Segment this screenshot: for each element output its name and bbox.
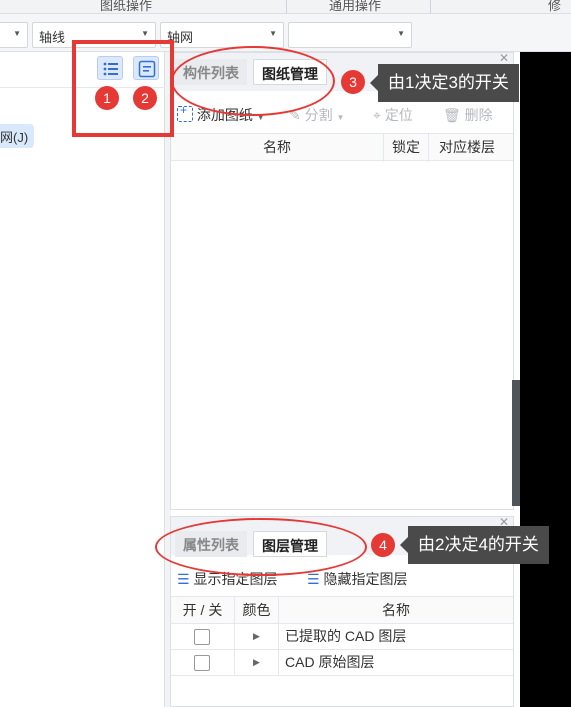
locate-icon: ⌖: [373, 107, 381, 123]
highlight-ellipse-4: [155, 518, 367, 576]
hide-layer-button[interactable]: ☰ 隐藏指定图层: [307, 569, 407, 589]
trash-icon: 🗑: [443, 107, 461, 123]
table-row[interactable]: ▶ CAD 原始图层: [171, 650, 513, 676]
delete-label: 删除: [464, 107, 493, 123]
close-icon[interactable]: ✕: [499, 51, 509, 65]
drawing-table-header: 名称 锁定 对应楼层: [171, 133, 513, 162]
expand-icon[interactable]: ▶: [235, 650, 279, 676]
layer-toggle-checkbox[interactable]: [194, 655, 210, 671]
chevron-down-icon: ▼: [141, 29, 149, 38]
scrollbar[interactable]: [512, 380, 520, 506]
ribbon-separator: [430, 0, 431, 13]
layer-hide-icon: ☰: [307, 571, 320, 587]
drawing-management-panel: 构件列表 图纸管理 ✕ + 添加图纸 ▼ ✎ 分割 ▼ ⌖ 定位 🗑 删除 名称…: [170, 51, 514, 510]
badge-2: 2: [133, 86, 157, 110]
locate-label: 定位: [384, 107, 413, 123]
badge-4: 4: [371, 533, 395, 557]
expand-icon[interactable]: ▶: [235, 624, 279, 650]
drawing-table-body: [171, 161, 513, 509]
badge-1: 1: [95, 86, 119, 110]
badge-3: 3: [341, 70, 365, 94]
table-row[interactable]: ▶ 已提取的 CAD 图层: [171, 624, 513, 650]
ribbon-group-drawing-ops: 图纸操作: [100, 0, 153, 13]
delete-button[interactable]: 🗑 删除: [443, 105, 493, 125]
dropdown-4[interactable]: ▼: [288, 22, 412, 48]
callout-3: 由1决定3的开关: [370, 64, 519, 102]
row-toggle-cell: [171, 650, 235, 676]
column-header-color[interactable]: 颜色: [235, 597, 279, 625]
column-header-layer-name[interactable]: 名称: [279, 597, 513, 625]
drawing-canvas[interactable]: [520, 52, 571, 707]
ribbon-group-common-ops: 通用操作: [329, 0, 382, 13]
column-header-lock[interactable]: 锁定: [384, 134, 429, 162]
ribbon-separator: [286, 0, 287, 13]
highlight-ellipse-3: [171, 46, 335, 116]
chevron-down-icon: ▼: [397, 29, 405, 38]
tree-item-axis-grid[interactable]: 网(J): [0, 124, 35, 148]
row-toggle-cell: [171, 624, 235, 650]
layer-name: CAD 原始图层: [285, 654, 375, 670]
chevron-down-icon: ▼: [13, 29, 21, 38]
layer-show-icon: ☰: [177, 571, 190, 587]
chevron-down-icon: ▼: [269, 29, 277, 38]
locate-button[interactable]: ⌖ 定位: [373, 105, 413, 125]
dropdown-1[interactable]: ▼: [0, 22, 28, 48]
layer-toggle-checkbox[interactable]: [194, 629, 210, 645]
callout-4: 由2决定4的开关: [400, 526, 549, 564]
layer-name: 已提取的 CAD 图层: [285, 628, 407, 644]
chevron-down-icon: ▼: [336, 113, 345, 122]
highlight-box: [72, 40, 174, 137]
hide-layer-label: 隐藏指定图层: [323, 571, 408, 587]
column-header-name[interactable]: 名称: [171, 134, 384, 162]
left-pane: 网(J): [0, 52, 165, 707]
add-file-icon: +: [177, 103, 193, 122]
column-header-on-off[interactable]: 开 / 关: [171, 597, 235, 625]
dropdown-axis-line-value: 轴线: [39, 30, 66, 45]
dropdown-axis-grid[interactable]: 轴网 ▼: [160, 22, 284, 48]
ribbon-group-modify: 修改: [548, 0, 562, 13]
layer-table-header: 开 / 关 颜色 名称: [171, 596, 513, 625]
tree-item-label: 网(J): [0, 130, 29, 145]
ribbon-group-header: 图纸操作 通用操作 修改: [0, 0, 571, 14]
column-header-floor[interactable]: 对应楼层: [429, 134, 505, 162]
split-label: 分割: [304, 107, 333, 123]
